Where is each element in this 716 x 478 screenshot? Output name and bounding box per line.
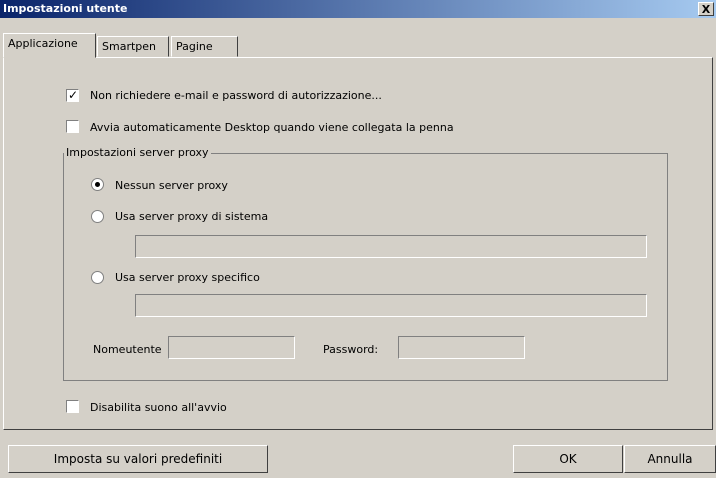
check-mark-icon: ✓ xyxy=(68,88,79,102)
disable-sound-label: Disabilita suono all'avvio xyxy=(90,401,227,414)
selected-dot-icon xyxy=(95,182,100,187)
tab-applicazione[interactable]: Applicazione xyxy=(3,33,96,58)
password-label: Password: xyxy=(323,343,379,356)
proxy-specific-radio[interactable] xyxy=(91,271,104,284)
proxy-none-label: Nessun server proxy xyxy=(115,179,228,192)
reset-defaults-button[interactable]: Imposta su valori predefiniti xyxy=(8,445,268,473)
username-label: Nomeutente xyxy=(93,343,162,356)
close-button[interactable]: X xyxy=(698,2,714,16)
settings-window: Impostazioni utente X Applicazione Smart… xyxy=(0,0,716,478)
autostart-checkbox[interactable] xyxy=(66,120,79,133)
autostart-label: Avvia automaticamente Desktop quando vie… xyxy=(90,121,454,134)
tab-pagine[interactable]: Pagine xyxy=(171,36,238,57)
disable-sound-checkbox[interactable] xyxy=(66,400,79,413)
tab-smartpen[interactable]: Smartpen xyxy=(97,36,169,57)
cancel-button[interactable]: Annulla xyxy=(624,445,716,473)
proxy-system-label: Usa server proxy di sistema xyxy=(115,210,269,223)
proxy-specific-label: Usa server proxy specifico xyxy=(115,271,260,284)
no-auth-label: Non richiedere e-mail e password di auto… xyxy=(90,89,382,102)
ok-button[interactable]: OK xyxy=(513,445,623,473)
proxy-specific-input[interactable] xyxy=(135,294,647,317)
password-field[interactable] xyxy=(398,336,525,359)
proxy-system-radio[interactable] xyxy=(91,210,104,223)
window-title: Impostazioni utente xyxy=(3,2,128,15)
proxy-group-title: Impostazioni server proxy xyxy=(64,146,211,159)
proxy-system-input[interactable] xyxy=(135,235,647,258)
title-bar: Impostazioni utente X xyxy=(0,0,716,18)
proxy-none-radio[interactable] xyxy=(91,178,104,191)
username-field[interactable] xyxy=(168,336,295,359)
no-auth-checkbox[interactable]: ✓ xyxy=(66,88,79,102)
